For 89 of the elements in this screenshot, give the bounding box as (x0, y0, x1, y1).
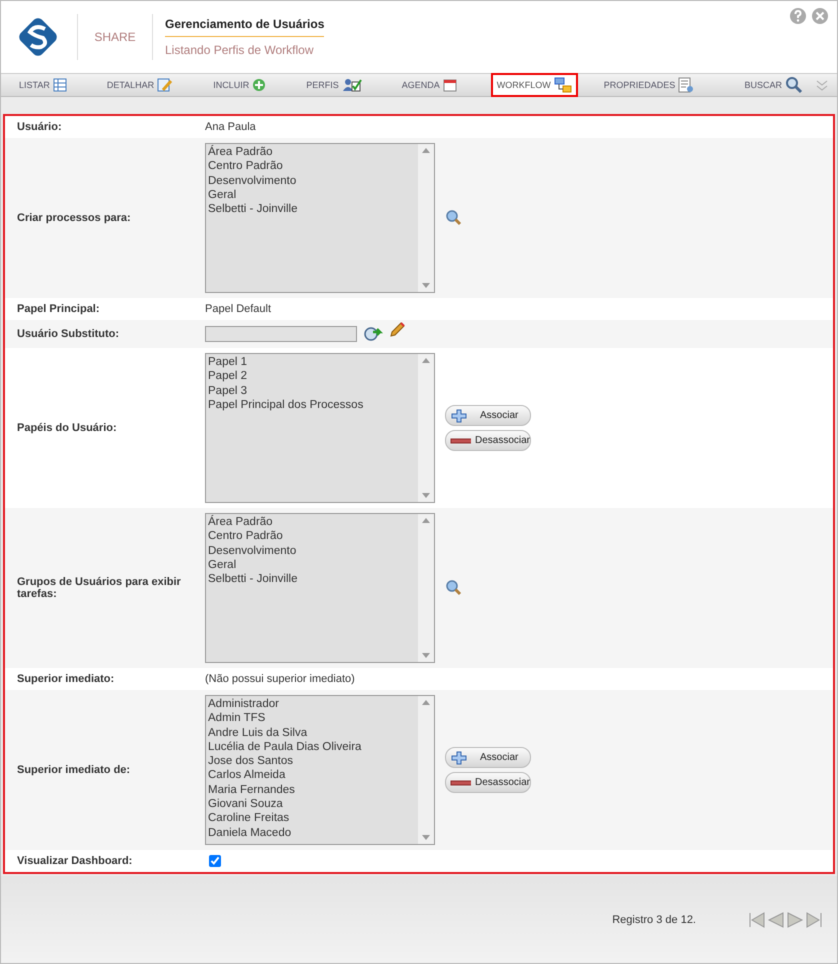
field-label: Usuário Substituto: (16, 328, 120, 340)
associate-button[interactable]: Associar (445, 405, 531, 426)
list-option[interactable]: Centro Padrão (208, 159, 416, 174)
list-option[interactable]: Desenvolvimento (208, 174, 416, 188)
list-box[interactable]: Área Padrão Centro Padrão Desenvolvimento Geral Selbetti - Joinville (205, 143, 435, 293)
list-option[interactable]: Centro Padrão (208, 529, 416, 544)
search-icon[interactable] (445, 209, 463, 227)
first-page-icon[interactable] (748, 910, 766, 928)
next-page-icon[interactable] (786, 910, 804, 928)
list-option[interactable]: Papel 2 (208, 369, 416, 384)
field-label: Papel Principal: (16, 303, 101, 315)
field-label: Superior imediato de: (16, 764, 132, 776)
list-option[interactable]: Administrador (208, 697, 416, 712)
search-tab[interactable]: BUSCAR (738, 73, 809, 97)
plus-icon (450, 750, 468, 764)
scroll-up-icon[interactable] (422, 148, 430, 153)
scroll-up-icon[interactable] (422, 700, 430, 705)
associate-button[interactable]: Associar (445, 747, 531, 768)
chevron-down-icon[interactable] (815, 78, 829, 92)
list-option[interactable]: Papel 3 (208, 384, 416, 398)
list-box[interactable]: Administrador Admin TFS Andre Luis da Silva Lucélia de Paula Dias Oliveira Jose dos Santos Carlos Almeida Maria Fernandes Giovani Souza Caroline Freitas Daniela Macedo (205, 695, 435, 845)
minus-icon (450, 780, 471, 786)
search-icon[interactable] (445, 579, 463, 597)
list-option[interactable]: Desenvolvimento (208, 544, 416, 558)
list-option[interactable]: Jose dos Santos (208, 754, 416, 768)
scroll-down-icon[interactable] (422, 653, 430, 658)
scroll-down-icon[interactable] (422, 835, 430, 840)
checkbox[interactable] (209, 855, 221, 867)
plus-icon (450, 408, 468, 422)
calendar-icon (442, 78, 457, 92)
field-value: (Não possui superior imediato) (205, 673, 355, 685)
list-option[interactable]: Selbetti - Joinville (208, 572, 416, 586)
nav-tab[interactable]: AGENDA (396, 73, 463, 97)
help-icon[interactable] (789, 7, 807, 25)
nav-tab[interactable]: PROPRIEDADES (598, 73, 700, 97)
search-icon[interactable] (363, 325, 385, 343)
nav-tab[interactable]: DETALHAR (100, 73, 180, 97)
list-option[interactable]: Área Padrão (208, 145, 416, 160)
list-option[interactable]: Papel Principal dos Processos (208, 398, 416, 412)
scroll-up-icon[interactable] (422, 358, 430, 363)
table-icon (52, 78, 67, 92)
edit-icon (157, 78, 174, 92)
minus-icon (450, 438, 471, 444)
field-label: Grupos de Usuários para exibir tarefas: (16, 576, 182, 600)
list-option[interactable]: Selbetti - Joinville (208, 202, 416, 216)
nav-tab[interactable]: PERFIS (300, 73, 368, 97)
list-option[interactable]: Geral (208, 558, 416, 572)
record-counter: Registro 3 de 12. (612, 914, 696, 926)
list-box[interactable]: Papel 1 Papel 2 Papel 3 Papel Principal dos Processos (205, 353, 435, 503)
user-check-icon (342, 78, 362, 92)
field-label: Superior imediato: (16, 673, 116, 685)
dissociate-button[interactable]: Desassociar (445, 772, 531, 793)
list-option[interactable]: Geral (208, 188, 416, 202)
scroll-up-icon[interactable] (422, 518, 430, 523)
input-field[interactable] (205, 326, 357, 342)
page-subtitle: Listando Perfis de Workflow (165, 43, 315, 57)
list-option[interactable]: Lucélia de Paula Dias Oliveira (208, 740, 416, 754)
list-option[interactable]: Andre Luis da Silva (208, 726, 416, 740)
list-option[interactable]: Caroline Freitas (208, 811, 416, 826)
plus-icon (252, 78, 266, 92)
list-option[interactable]: Papel 1 (208, 355, 416, 370)
page-title: Gerenciamento de Usuários (165, 17, 324, 37)
app-name: SHARE (93, 30, 137, 44)
field-label: Usuário: (16, 121, 63, 133)
field-label: Papéis do Usuário: (16, 422, 118, 434)
scroll-down-icon[interactable] (422, 493, 430, 498)
list-option[interactable]: Área Padrão (208, 515, 416, 530)
nav-tab[interactable]: INCLUIR (207, 73, 272, 97)
nav-tab[interactable]: WORKFLOW (490, 73, 578, 97)
last-page-icon[interactable] (805, 910, 823, 928)
pencil-icon[interactable] (389, 322, 405, 338)
previous-page-icon[interactable] (767, 910, 785, 928)
search-icon (785, 76, 803, 94)
list-option[interactable]: Giovani Souza (208, 797, 416, 812)
list-box[interactable]: Área Padrão Centro Padrão Desenvolvimento Geral Selbetti - Joinville (205, 513, 435, 663)
nav-tab[interactable]: LISTAR (13, 73, 73, 97)
scroll-down-icon[interactable] (422, 283, 430, 288)
field-label: Criar processos para: (16, 212, 132, 224)
field-label: Visualizar Dashboard: (16, 855, 134, 867)
list-option[interactable]: Carlos Almeida (208, 768, 416, 783)
document-icon (678, 77, 694, 93)
field-value: Ana Paula (205, 121, 256, 133)
field-value: Papel Default (205, 303, 272, 315)
list-option[interactable]: Maria Fernandes (208, 782, 416, 798)
list-option[interactable]: Daniela Macedo (208, 826, 416, 840)
list-option[interactable]: Admin TFS (208, 711, 416, 726)
dissociate-button[interactable]: Desassociar (445, 430, 531, 451)
close-icon[interactable] (811, 7, 829, 25)
flowchart-icon (554, 77, 572, 93)
